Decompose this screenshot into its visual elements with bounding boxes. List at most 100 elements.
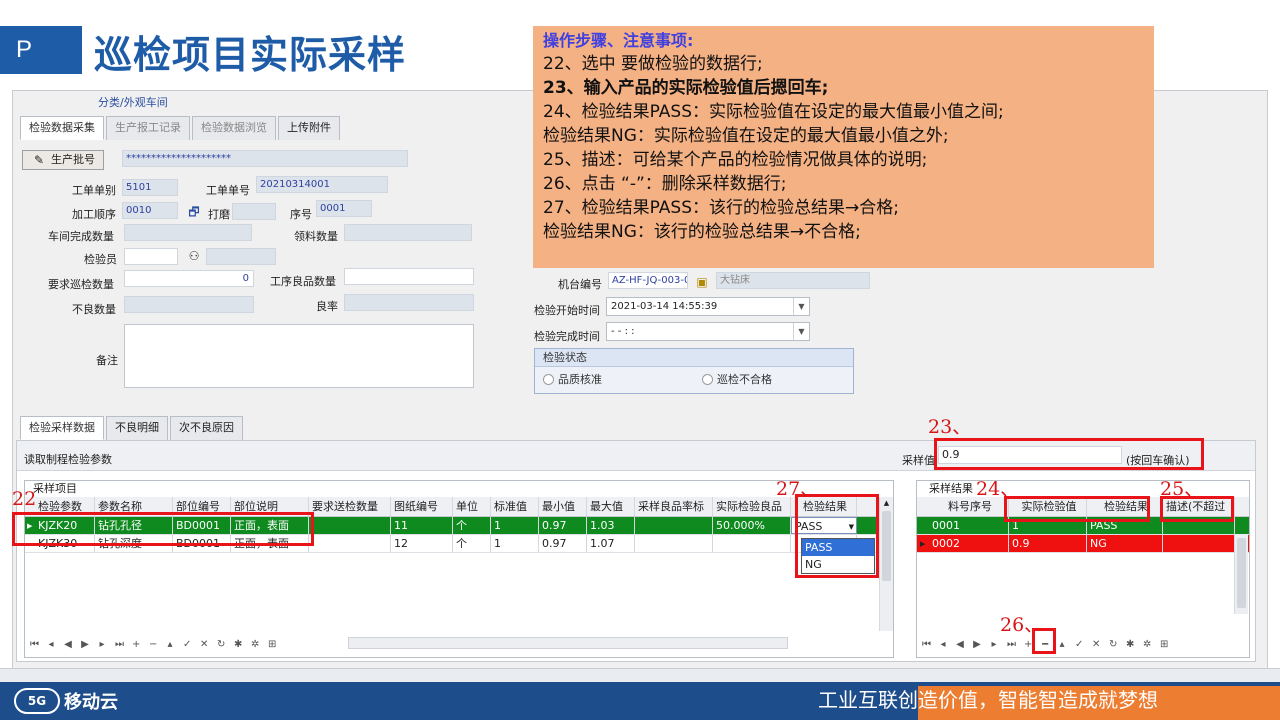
- table-cell[interactable]: 11: [391, 517, 453, 534]
- start-time-picker[interactable]: 2021-03-14 14:55:39 ▼: [606, 297, 810, 316]
- tab-defect-reason[interactable]: 次不良原因: [170, 416, 243, 440]
- picked-qty-field[interactable]: [344, 224, 472, 241]
- next-page-icon[interactable]: ▸: [98, 639, 106, 650]
- good-qty-field[interactable]: [344, 268, 474, 285]
- window-icon[interactable]: 🗗: [186, 204, 202, 220]
- column-header[interactable]: 单位: [453, 497, 491, 516]
- seq-field[interactable]: 0001: [316, 200, 372, 217]
- star-icon[interactable]: ✱: [1126, 639, 1134, 650]
- prev-page-icon[interactable]: ◂: [939, 639, 947, 650]
- status-option-label: 品质核准: [558, 373, 602, 386]
- table-cell[interactable]: 1: [491, 535, 539, 552]
- batch-number-button[interactable]: ✎ 生产批号: [22, 150, 104, 170]
- confirm-icon[interactable]: ✓: [1075, 639, 1083, 650]
- refresh-icon[interactable]: ↻: [217, 639, 225, 650]
- next-page-icon[interactable]: ▸: [990, 639, 998, 650]
- column-header[interactable]: 最小值: [539, 497, 587, 516]
- up-icon[interactable]: ▴: [1058, 639, 1066, 650]
- first-page-icon[interactable]: ⏮: [922, 639, 931, 650]
- table-cell[interactable]: 1.03: [587, 517, 635, 534]
- table-cell[interactable]: 个: [453, 517, 491, 534]
- chevron-down-icon[interactable]: ▼: [793, 323, 809, 340]
- scroll-thumb[interactable]: [882, 511, 891, 581]
- table-cell[interactable]: 1.07: [587, 535, 635, 552]
- table-row[interactable]: ▶ 0002 0.9 NG: [917, 535, 1249, 553]
- cancel-icon[interactable]: ✕: [1092, 639, 1100, 650]
- machine-field[interactable]: AZ-HF-JQ-003-0: [608, 272, 688, 289]
- next-icon[interactable]: ▶: [81, 639, 89, 650]
- prev-page-icon[interactable]: ◂: [47, 639, 55, 650]
- req-qty-field[interactable]: 0: [124, 270, 254, 287]
- star-outline-icon[interactable]: ✲: [251, 639, 259, 650]
- table-cell[interactable]: [309, 535, 391, 552]
- tab-sample-data[interactable]: 检验采样数据: [20, 416, 104, 440]
- user-search-icon[interactable]: ⚇: [186, 248, 202, 264]
- batch-number-field[interactable]: *********************: [122, 150, 408, 167]
- scroll-thumb[interactable]: [1237, 538, 1246, 608]
- tab-inspection-collect[interactable]: 检验数据采集: [20, 116, 104, 140]
- prev-icon[interactable]: ◀: [64, 639, 72, 650]
- order-type-field[interactable]: 5101: [122, 179, 178, 196]
- column-header[interactable]: 最大值: [587, 497, 635, 516]
- next-icon[interactable]: ▶: [973, 639, 981, 650]
- tab-upload-attachment[interactable]: 上传附件: [278, 116, 340, 140]
- table-cell[interactable]: [635, 517, 713, 534]
- table-cell[interactable]: 0.97: [539, 517, 587, 534]
- column-header[interactable]: 标准值: [491, 497, 539, 516]
- table-cell[interactable]: [309, 517, 391, 534]
- table-cell[interactable]: 50.000%: [713, 517, 791, 534]
- filter-icon[interactable]: ⊞: [268, 639, 276, 650]
- remark-label: 备注: [96, 354, 118, 367]
- slide-badge: P: [0, 26, 82, 74]
- breadcrumb: 分类/外观车间: [98, 96, 168, 109]
- inspector-field[interactable]: [124, 248, 178, 265]
- annotation-label-22: 22: [12, 488, 37, 510]
- table-cell[interactable]: [1163, 535, 1235, 552]
- last-page-icon[interactable]: ⏭: [1007, 639, 1016, 650]
- table-cell[interactable]: NG: [1087, 535, 1163, 552]
- confirm-icon[interactable]: ✓: [183, 639, 191, 650]
- table-cell[interactable]: 12: [391, 535, 453, 552]
- annotation-label-25: 25、: [1160, 478, 1204, 500]
- add-icon[interactable]: +: [1024, 639, 1032, 650]
- table-cell[interactable]: 个: [453, 535, 491, 552]
- prev-icon[interactable]: ◀: [956, 639, 964, 650]
- left-grid-hscrollbar[interactable]: [348, 637, 788, 649]
- status-radio-approved[interactable]: 品质核准: [543, 371, 602, 387]
- refresh-icon[interactable]: ↻: [1109, 639, 1117, 650]
- status-radio-failed[interactable]: 巡检不合格: [702, 371, 772, 387]
- read-params-button[interactable]: 读取制程检验参数: [24, 451, 112, 467]
- remark-textarea[interactable]: [124, 324, 474, 388]
- chevron-down-icon[interactable]: ▼: [793, 298, 809, 315]
- filter-icon[interactable]: ⊞: [1160, 639, 1168, 650]
- shop-done-field[interactable]: [124, 224, 252, 241]
- column-header[interactable]: 图纸编号: [391, 497, 453, 516]
- machine-lookup-icon[interactable]: ▣: [694, 274, 710, 290]
- tab-production-report[interactable]: 生产报工记录: [106, 116, 190, 140]
- table-cell[interactable]: [713, 535, 791, 552]
- table-cell[interactable]: 0002: [929, 535, 1009, 552]
- table-cell[interactable]: 1: [491, 517, 539, 534]
- column-header[interactable]: 要求送检数量: [309, 497, 391, 516]
- star-outline-icon[interactable]: ✲: [1143, 639, 1151, 650]
- cancel-icon[interactable]: ✕: [200, 639, 208, 650]
- order-number-field[interactable]: 20210314001: [256, 176, 388, 193]
- left-grid-scrollbar[interactable]: ▲: [879, 497, 893, 631]
- column-header[interactable]: 采样良品率标: [635, 497, 713, 516]
- tab-defect-detail[interactable]: 不良明细: [106, 416, 168, 440]
- table-cell[interactable]: [635, 535, 713, 552]
- process-seq-field[interactable]: 0010: [122, 202, 178, 219]
- add-icon[interactable]: +: [132, 639, 140, 650]
- remove-icon[interactable]: −: [149, 639, 157, 650]
- table-cell[interactable]: 0.9: [1009, 535, 1087, 552]
- table-cell[interactable]: 0001: [929, 517, 1009, 534]
- table-cell[interactable]: 0.97: [539, 535, 587, 552]
- end-time-picker[interactable]: - - : : ▼: [606, 322, 810, 341]
- right-grid-scrollbar[interactable]: [1234, 534, 1248, 614]
- tab-inspection-browse[interactable]: 检验数据浏览: [192, 116, 276, 140]
- first-page-icon[interactable]: ⏮: [30, 639, 39, 650]
- last-page-icon[interactable]: ⏭: [115, 639, 124, 650]
- up-icon[interactable]: ▴: [166, 639, 174, 650]
- scroll-up-icon[interactable]: ▲: [880, 497, 893, 509]
- star-icon[interactable]: ✱: [234, 639, 242, 650]
